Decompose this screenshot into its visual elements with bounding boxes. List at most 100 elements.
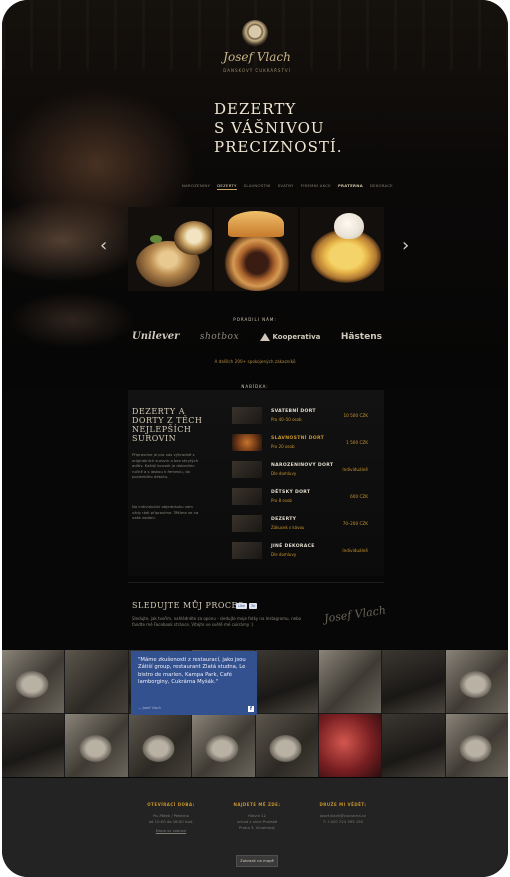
follow-title: SLEDUJTE MŮJ PROCES	[132, 601, 244, 610]
kooperativa-triangle-icon	[259, 332, 270, 341]
mosaic-photo[interactable]	[255, 714, 318, 777]
hero-headline: DEZERTY S VÁŠNIVOU PRECIZNOSTÍ.	[214, 100, 343, 157]
mosaic-photo[interactable]	[382, 650, 445, 713]
footer-link[interactable]: Mapa se zobrazí	[126, 828, 216, 833]
nav-item-svatby[interactable]: SVATBY	[278, 183, 294, 190]
menu-item[interactable]: SVATEBNÍ DORT Pro 40–50 osob 10 500 CZK	[232, 404, 372, 431]
slide-chocolate-tart-image[interactable]	[214, 207, 298, 291]
slide-tartlets-image[interactable]	[128, 207, 212, 291]
menu-item-price: Individuálně	[342, 467, 368, 472]
mosaic-photo[interactable]	[2, 650, 65, 713]
headline-line-1: DEZERTY	[214, 100, 297, 118]
plate-image	[13, 668, 51, 701]
partner-logo-kooperativa-text: Kooperativa	[272, 332, 321, 341]
footer-phone[interactable]: T: +420 724 395 150	[298, 819, 388, 825]
menu-item-sub: Pro 20 osob	[271, 444, 295, 449]
tart-image	[222, 229, 292, 291]
menu-item-sub: Pro 8 osob	[271, 498, 292, 503]
headline-line-2: S VÁŠNIVOU	[214, 119, 325, 137]
menu-title: NABÍDKA:	[241, 384, 269, 389]
menu-item-thumbnail	[232, 515, 262, 532]
nav-item-dekorace[interactable]: DEKORACE	[370, 183, 393, 190]
plate-image	[456, 732, 495, 765]
headline-line-3: PRECIZNOSTÍ.	[214, 138, 343, 156]
menu-item[interactable]: DĚTSKÝ DORT Pro 8 osob 600 CZK	[232, 485, 372, 512]
facebook-like-widget[interactable]: Like 3k	[236, 603, 258, 609]
partner-logo-unilever: Unilever	[132, 331, 180, 342]
menu-item[interactable]: NAROZENINOVÝ DORT Dle domluvy Individuál…	[232, 458, 372, 485]
menu-item-price: 600 CZK	[350, 494, 368, 499]
menu-item-thumbnail	[232, 461, 262, 478]
caramel-fan-image	[228, 211, 284, 237]
quote-text: "Máme zkušenosti z restaurací, jako jsou…	[138, 657, 246, 685]
plate-image	[203, 732, 241, 765]
plate-image	[266, 732, 305, 765]
plate-image	[76, 732, 115, 765]
nav-item-firemni-akce[interactable]: FIREMNÍ AKCE	[301, 183, 331, 190]
mosaic-photo[interactable]	[255, 650, 318, 713]
partner-logo-kooperativa: Kooperativa	[259, 332, 321, 341]
mosaic-photo[interactable]	[192, 714, 255, 777]
plate-image	[139, 732, 178, 765]
partners-title: PORADILI NÁM:	[233, 317, 277, 322]
dessert-slider	[128, 207, 384, 291]
menu-side-text-2: Na individuální objednávku vám vždy rádi…	[132, 504, 199, 520]
partners-note: A dalších 200+ spokojených zákazníků	[214, 359, 296, 364]
menu-item-price: Individuálně	[342, 548, 368, 553]
like-count: 3k	[248, 603, 258, 609]
footer-line: od 10:00 do 18:00 hod.	[148, 818, 194, 824]
mosaic-photo[interactable]	[65, 650, 128, 713]
quote-author: — Josef Vlach	[138, 706, 162, 710]
like-button[interactable]: Like	[236, 603, 247, 609]
mosaic-photo[interactable]	[445, 650, 508, 713]
partner-logo-hastens: Hästens	[340, 331, 382, 342]
menu-list: SVATEBNÍ DORT Pro 40–50 osob 10 500 CZK …	[232, 404, 372, 566]
menu-item-name: DEZERTY	[271, 517, 297, 522]
side-title-line: SUROVIN	[132, 434, 177, 443]
footer-heading: NAJDETE MĚ ZDE:	[233, 802, 281, 807]
brand-tagline: DANSKOVÝ CUKRÁŘSTVÍ	[223, 68, 291, 73]
mosaic-photo[interactable]	[382, 714, 445, 777]
nav-item-narozeniny[interactable]: NAROZENINY	[182, 183, 210, 190]
logo-medallion-icon[interactable]	[242, 20, 268, 46]
menu-item-sub: Dle domluvy	[271, 471, 297, 476]
testimonial-quote: "Máme zkušenosti z restaurací, jako jsou…	[131, 651, 257, 715]
facebook-icon[interactable]: f	[248, 706, 254, 712]
footer-col-address: NAJDETE MĚ ZDE: Hlavní 12 vchod z ulice …	[212, 802, 302, 830]
nav-item-praterna[interactable]: PRATERNA	[338, 183, 363, 190]
menu-item-price: 70–200 CZK	[342, 521, 368, 526]
menu-item[interactable]: DEZERTY Zákusek s kávou 70–200 CZK	[232, 512, 372, 539]
footer-line: Praha 3, Vinohrady	[238, 824, 276, 830]
menu-side-text: Připravíme je pro vás výhradně z originá…	[132, 452, 199, 479]
menu-item-sub: Pro 40–50 osob	[271, 417, 302, 422]
show-map-button[interactable]: Zobrazit na mapě	[236, 855, 278, 867]
slider-next-icon[interactable]: ›	[402, 235, 409, 256]
mosaic-photo[interactable]	[128, 714, 192, 777]
nav-item-dezerty[interactable]: DEZERTY	[217, 183, 237, 190]
menu-item-price: 1 500 CZK	[346, 440, 368, 445]
footer-heading: OTEVÍRACÍ DOBA:	[147, 802, 195, 807]
plate-image	[456, 668, 495, 701]
footer-col-hours: OTEVÍRACÍ DOBA: Po–Pátek / Pekárna od 10…	[126, 802, 216, 833]
mosaic-photo[interactable]	[445, 714, 508, 777]
mosaic-photo[interactable]	[2, 714, 65, 777]
footer-col-contact: DRUŽE MI VĚDĚT: josef.vlach@cukrarna.cz …	[298, 802, 388, 825]
menu-item-thumbnail	[232, 542, 262, 559]
meringue-image	[334, 213, 364, 239]
menu-item-sub: Zákusek s kávou	[271, 525, 305, 530]
menu-item[interactable]: JINÉ DEKORACE Dle domluvy Individuálně	[232, 539, 372, 566]
mosaic-photo[interactable]	[318, 650, 382, 713]
follow-text: Sledujte, jak tvořím, nahlédněte za opon…	[132, 616, 302, 627]
side-title-line: NEJLEPŠÍCH	[132, 425, 192, 434]
brand-name[interactable]: Josef Vlach	[222, 50, 292, 64]
nav-item-slavnostni[interactable]: SLAVNOSTNÍ	[244, 183, 271, 190]
mint-leaf-icon	[150, 235, 162, 243]
slider-prev-icon[interactable]: ‹	[100, 235, 107, 256]
mosaic-photo[interactable]	[318, 714, 382, 777]
menu-item-name: JINÉ DEKORACE	[271, 544, 315, 549]
menu-item[interactable]: SLAVNOSTNÍ DORT Pro 20 osob 1 500 CZK	[232, 431, 372, 458]
menu-item-price: 10 500 CZK	[343, 413, 368, 418]
mosaic-photo[interactable]	[65, 714, 128, 777]
menu-item-thumbnail	[232, 407, 262, 424]
slide-lemon-tart-image[interactable]	[300, 207, 384, 291]
